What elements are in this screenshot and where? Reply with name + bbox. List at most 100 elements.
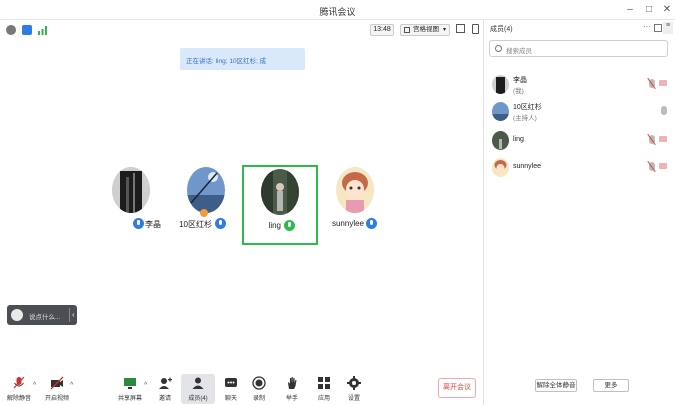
shield-icon[interactable] (22, 25, 32, 35)
raise-hand-button[interactable]: 举手 (275, 374, 309, 404)
quick-chat-box[interactable]: 说点什么... ‹ (7, 305, 77, 325)
leave-meeting-button[interactable]: 离开会议 (438, 378, 476, 398)
gear-icon (347, 376, 361, 390)
popout-icon[interactable] (654, 24, 662, 32)
member-name: ling (513, 136, 524, 143)
participant-avatar (336, 167, 374, 213)
raise-hand-label: 举手 (285, 396, 298, 402)
camera-off-icon[interactable] (659, 80, 667, 86)
meeting-timer: 13:48 (370, 24, 394, 36)
maximize-icon[interactable]: □ (641, 2, 657, 18)
microphone-icon (215, 218, 226, 229)
participant-tile[interactable]: 10区红杉 (168, 163, 244, 243)
member-name: 李晶 (513, 77, 527, 84)
share-options-chevron-icon[interactable]: ^ (144, 382, 147, 389)
camera-off-icon[interactable] (659, 163, 667, 169)
record-icon (252, 376, 266, 390)
invite-icon (158, 376, 172, 390)
view-mode-label: 宫格视图 (413, 26, 439, 33)
member-row[interactable]: ling (489, 129, 669, 153)
invite-button[interactable]: 邀请 (148, 374, 182, 404)
quick-chat-placeholder: 说点什么... (29, 314, 61, 321)
panel-title: 成员(4) (490, 26, 513, 33)
microphone-icon (284, 220, 295, 231)
microphone-muted-icon (12, 376, 26, 390)
audio-options-chevron-icon[interactable]: ^ (33, 382, 36, 389)
more-options-icon[interactable]: ··· (643, 22, 651, 31)
menu-icon[interactable]: ≡ (663, 22, 673, 34)
title-bar: 腾讯会议 – □ ✕ (0, 0, 675, 20)
signal-icon[interactable] (38, 26, 47, 35)
apps-icon (317, 376, 331, 390)
member-row[interactable]: sunnylee (489, 156, 669, 180)
participant-name: sunnylee (331, 219, 364, 228)
window-title: 腾讯会议 (319, 7, 356, 17)
member-role: (主持人) (513, 115, 537, 122)
record-button[interactable]: 录制 (242, 374, 276, 404)
camera-off-icon (50, 376, 64, 390)
apps-label: 应用 (317, 396, 330, 402)
chat-icon (224, 376, 238, 390)
member-avatar (492, 102, 509, 121)
participant-avatar (261, 169, 299, 215)
member-row[interactable]: 李晶 (我) (489, 73, 669, 97)
members-icon (191, 376, 205, 390)
unmute-button[interactable]: 解除静音 (2, 374, 36, 404)
share-screen-label: 共享屏幕 (117, 396, 142, 402)
emoji-icon[interactable] (11, 309, 23, 321)
host-badge-icon (200, 209, 208, 217)
close-icon[interactable]: ✕ (659, 2, 675, 18)
participant-tile[interactable]: 李晶 (93, 163, 169, 243)
member-search-input[interactable]: 搜索成员 (489, 40, 668, 57)
member-avatar (492, 158, 509, 177)
member-avatar (492, 131, 509, 150)
minimize-icon[interactable]: – (622, 2, 638, 18)
view-mode-dropdown[interactable]: 宫格视图 ▾ (400, 24, 450, 36)
record-label: 录制 (252, 396, 265, 402)
unmute-all-button[interactable]: 解除全体静音 (535, 379, 577, 392)
member-name: 10区红杉 (513, 104, 542, 111)
microphone-muted-icon[interactable] (649, 79, 655, 88)
search-placeholder: 搜索成员 (506, 48, 532, 55)
search-icon (495, 45, 502, 52)
member-role: (我) (513, 88, 524, 95)
participant-tile-active-speaker[interactable]: ling (242, 165, 318, 245)
separator (69, 308, 70, 322)
start-video-label: 开启视频 (44, 396, 69, 402)
more-button[interactable]: 更多 (593, 379, 629, 392)
invite-label: 邀请 (158, 396, 171, 402)
panel-divider (483, 20, 484, 405)
participant-name: 10区红杉 (179, 220, 212, 229)
meeting-top-bar: 13:48 宫格视图 ▾ (0, 21, 483, 39)
member-avatar (492, 75, 509, 94)
grid-icon (404, 27, 410, 33)
microphone-icon[interactable] (661, 106, 667, 115)
members-label: 成员(4) (188, 396, 208, 402)
meeting-toolbar: 解除静音 ^ 开启视频 ^ 共享屏幕 ^ 邀请 成员(4) 聊天 录制 举手 应… (0, 372, 483, 405)
participant-avatar (112, 167, 150, 213)
participant-name: 李晶 (145, 220, 161, 229)
microphone-muted-icon[interactable] (649, 135, 655, 144)
microphone-muted-icon[interactable] (649, 162, 655, 171)
unmute-label: 解除静音 (6, 396, 31, 402)
video-options-chevron-icon[interactable]: ^ (70, 382, 73, 389)
fullscreen-icon[interactable] (456, 24, 465, 33)
chevron-down-icon: ▾ (442, 27, 446, 33)
apps-button[interactable]: 应用 (307, 374, 341, 404)
start-video-button[interactable]: 开启视频 (40, 374, 74, 404)
microphone-icon (366, 218, 377, 229)
info-icon[interactable] (6, 25, 16, 35)
share-screen-button[interactable]: 共享屏幕 (113, 374, 147, 404)
members-button[interactable]: 成员(4) (181, 374, 215, 404)
member-row[interactable]: 10区红杉 (主持人) (489, 100, 669, 124)
collapse-icon[interactable]: ‹ (72, 310, 75, 319)
share-screen-icon (123, 376, 137, 390)
hand-icon (285, 376, 299, 390)
camera-off-icon[interactable] (659, 136, 667, 142)
participant-tile[interactable]: sunnylee (317, 163, 393, 243)
microphone-icon (133, 218, 144, 229)
settings-label: 设置 (347, 396, 360, 402)
settings-button[interactable]: 设置 (337, 374, 371, 404)
sidebar-toggle-icon[interactable] (472, 24, 479, 34)
member-name: sunnylee (513, 163, 542, 170)
